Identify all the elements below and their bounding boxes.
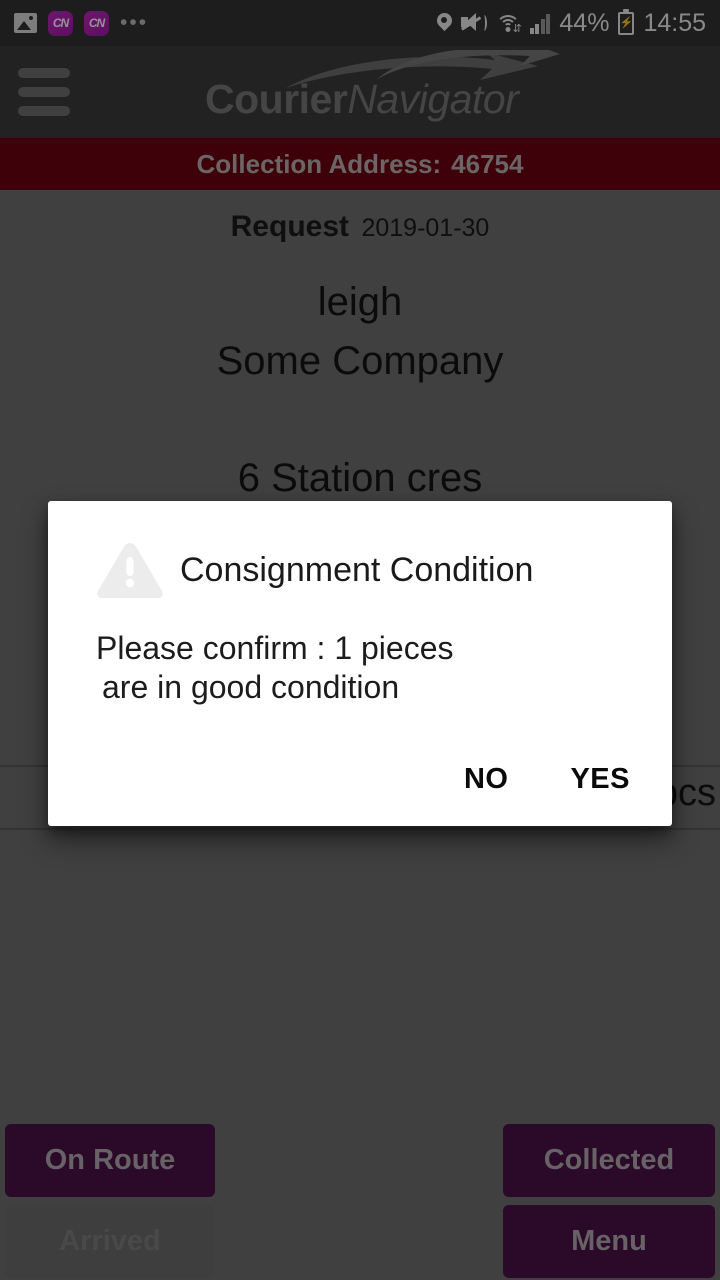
dialog-title: Consignment Condition <box>180 550 534 589</box>
dialog-message: Please confirm : 1 pieces are in good co… <box>48 601 672 707</box>
dialog-no-button[interactable]: NO <box>464 763 509 796</box>
dialog-actions: NO YES <box>464 763 630 796</box>
dialog-header: Consignment Condition <box>48 501 672 601</box>
dialog-message-line2: are in good condition <box>102 669 400 706</box>
app-screen: CN CN ••• ⇵ 44% ⚡ 14:55 CourierNavigator… <box>0 0 720 1280</box>
dialog-yes-button[interactable]: YES <box>570 763 630 796</box>
consignment-condition-dialog: Consignment Condition Please confirm : 1… <box>48 501 672 826</box>
warning-triangle-icon <box>94 539 166 601</box>
dialog-message-line1: Please confirm : 1 pieces <box>96 630 454 666</box>
